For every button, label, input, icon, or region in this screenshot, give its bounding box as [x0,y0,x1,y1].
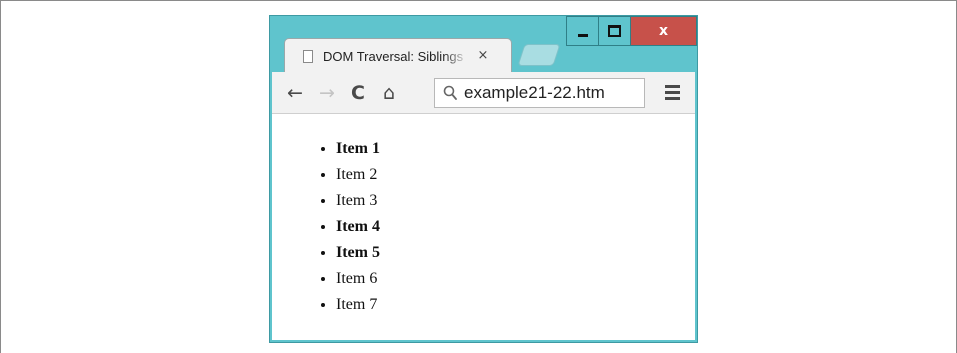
frame-border-left [0,0,1,353]
url-text[interactable]: example21-22.htm [464,82,644,104]
tab-title: DOM Traversal: Siblings [323,49,464,64]
close-window-button[interactable]: x [631,16,697,46]
new-tab-button[interactable] [517,44,561,66]
tab-active[interactable]: DOM Traversal: Siblings × [284,38,512,72]
list-item: Item 4 [336,214,636,240]
list-item: Item 6 [336,266,636,292]
page-icon [303,50,313,63]
menu-bar [665,97,680,100]
home-icon[interactable]: ⌂ [377,80,401,106]
back-arrow-icon[interactable]: ← [283,80,307,106]
list-item: Item 1 [336,136,636,162]
frame-border-top [0,0,957,1]
address-bar[interactable]: example21-22.htm [434,78,645,108]
list-item: Item 3 [336,188,636,214]
browser-toolbar: ← → C ⌂ example21-22.htm [272,72,695,114]
list-item: Item 7 [336,292,636,318]
menu-bar [665,91,680,94]
menu-icon[interactable] [665,85,680,101]
list-item: Item 2 [336,162,636,188]
minimize-icon [577,33,588,37]
forward-arrow-icon[interactable]: → [315,80,339,106]
list-item: Item 5 [336,240,636,266]
maximize-icon [608,25,621,37]
search-icon [443,85,457,100]
reload-icon[interactable]: C [346,80,370,106]
item-list: Item 1Item 2Item 3Item 4Item 5Item 6Item… [336,136,636,318]
menu-bar [665,85,680,88]
page-viewport: Item 1Item 2Item 3Item 4Item 5Item 6Item… [272,114,695,340]
tab-close-icon[interactable]: × [475,47,491,65]
close-icon: x [658,23,669,39]
maximize-button[interactable] [598,16,631,46]
minimize-button[interactable] [566,16,598,46]
browser-window: x DOM Traversal: Siblings × ← → C ⌂ exam… [269,15,698,343]
